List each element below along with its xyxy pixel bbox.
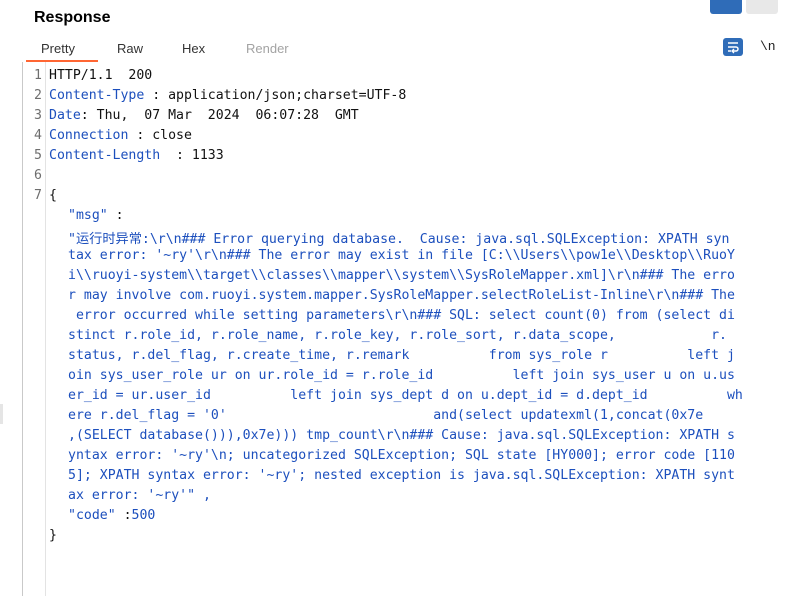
msg-value-line: ax error: '~ry'" , — [68, 488, 211, 503]
line-number: 3 — [34, 108, 42, 123]
msg-value-line: 5]; XPATH syntax error: '~ry'; nested ex… — [68, 468, 735, 483]
show-newlines-button[interactable]: \n — [760, 39, 776, 54]
header-value: Thu, 07 Mar 2024 06:07:28 GMT — [96, 108, 359, 123]
wrap-lines-icon — [728, 42, 739, 54]
msg-value-line: oin sys_user_role ur on ur.role_id = r.r… — [68, 368, 735, 383]
header-name: Content-Type — [49, 88, 145, 103]
json-colon: : — [107, 208, 124, 223]
msg-value-line: i\\ruoyi-system\\target\\classes\\mapper… — [68, 268, 735, 283]
header-name: Date — [49, 108, 81, 123]
json-close-brace: } — [49, 528, 57, 543]
header-separator: : — [144, 88, 169, 103]
msg-value-line: r may involve com.ruoyi.system.mapper.Sy… — [68, 288, 735, 303]
response-panel-header: Response Pretty Raw Hex Render \n — [0, 0, 788, 62]
msg-value-line: error occurred while setting parameters\… — [68, 308, 735, 323]
scroll-marker — [0, 404, 3, 424]
header-separator: : — [160, 148, 192, 163]
wrap-lines-button[interactable] — [723, 38, 743, 56]
header-separator: : — [80, 108, 97, 123]
active-tab-indicator — [26, 60, 98, 62]
json-key-line: "code" :500 — [68, 508, 155, 523]
header-value: 1133 — [191, 148, 224, 163]
msg-value-line: status, r.del_flag, r.create_time, r.rem… — [68, 348, 735, 363]
line-number: 7 — [34, 188, 42, 203]
header-line: Content-Type : application/json;charset=… — [49, 88, 406, 103]
header-name: Content-Length — [49, 148, 161, 163]
panel-title: Response — [34, 9, 111, 26]
json-value-code: 500 — [131, 508, 156, 523]
tab-pretty[interactable]: Pretty — [41, 41, 75, 56]
editor-border — [22, 62, 23, 596]
tab-raw[interactable]: Raw — [117, 41, 143, 56]
header-name: Connection — [49, 128, 129, 143]
layout-columns-button[interactable] — [710, 0, 742, 14]
json-key-code: "code" — [68, 508, 116, 523]
layout-rows-button[interactable] — [746, 0, 778, 14]
msg-value-line: stinct r.role_id, r.role_name, r.role_ke… — [68, 328, 727, 343]
line-number: 1 — [34, 68, 42, 83]
tab-hex[interactable]: Hex — [182, 41, 205, 56]
json-key-line: "msg" : — [68, 208, 124, 223]
msg-value-line: ere r.del_flag = '0' and(select updatexm… — [68, 408, 704, 423]
header-separator: : — [128, 128, 153, 143]
msg-value-line: ,(SELECT database())),0x7e))) tmp_count\… — [68, 428, 735, 443]
header-value: close — [152, 128, 192, 143]
line-number: 4 — [34, 128, 42, 143]
line-number: 5 — [34, 148, 42, 163]
json-open-brace: { — [49, 188, 57, 203]
msg-value-line: yntax error: '~ry'\n; uncategorized SQLE… — [68, 448, 735, 463]
gutter-divider — [45, 62, 46, 596]
header-line: Date: Thu, 07 Mar 2024 06:07:28 GMT — [49, 108, 359, 123]
header-line: Content-Length : 1133 — [49, 148, 224, 163]
msg-value-line: "运行时异常:\r\n### Error querying database. … — [68, 232, 730, 247]
header-line: Connection : close — [49, 128, 192, 143]
json-key-msg: "msg" — [68, 208, 108, 223]
msg-value-line: tax error: '~ry'\r\n### The error may ex… — [68, 248, 735, 263]
msg-value-line: er_id = ur.user_id left join sys_dept d … — [68, 388, 743, 403]
line-number: 2 — [34, 88, 42, 103]
header-value: application/json;charset=UTF-8 — [168, 88, 407, 103]
line-number: 6 — [34, 168, 42, 183]
status-line: HTTP/1.1 200 — [49, 68, 153, 83]
tab-render[interactable]: Render — [246, 41, 289, 56]
json-colon: : — [115, 508, 132, 523]
